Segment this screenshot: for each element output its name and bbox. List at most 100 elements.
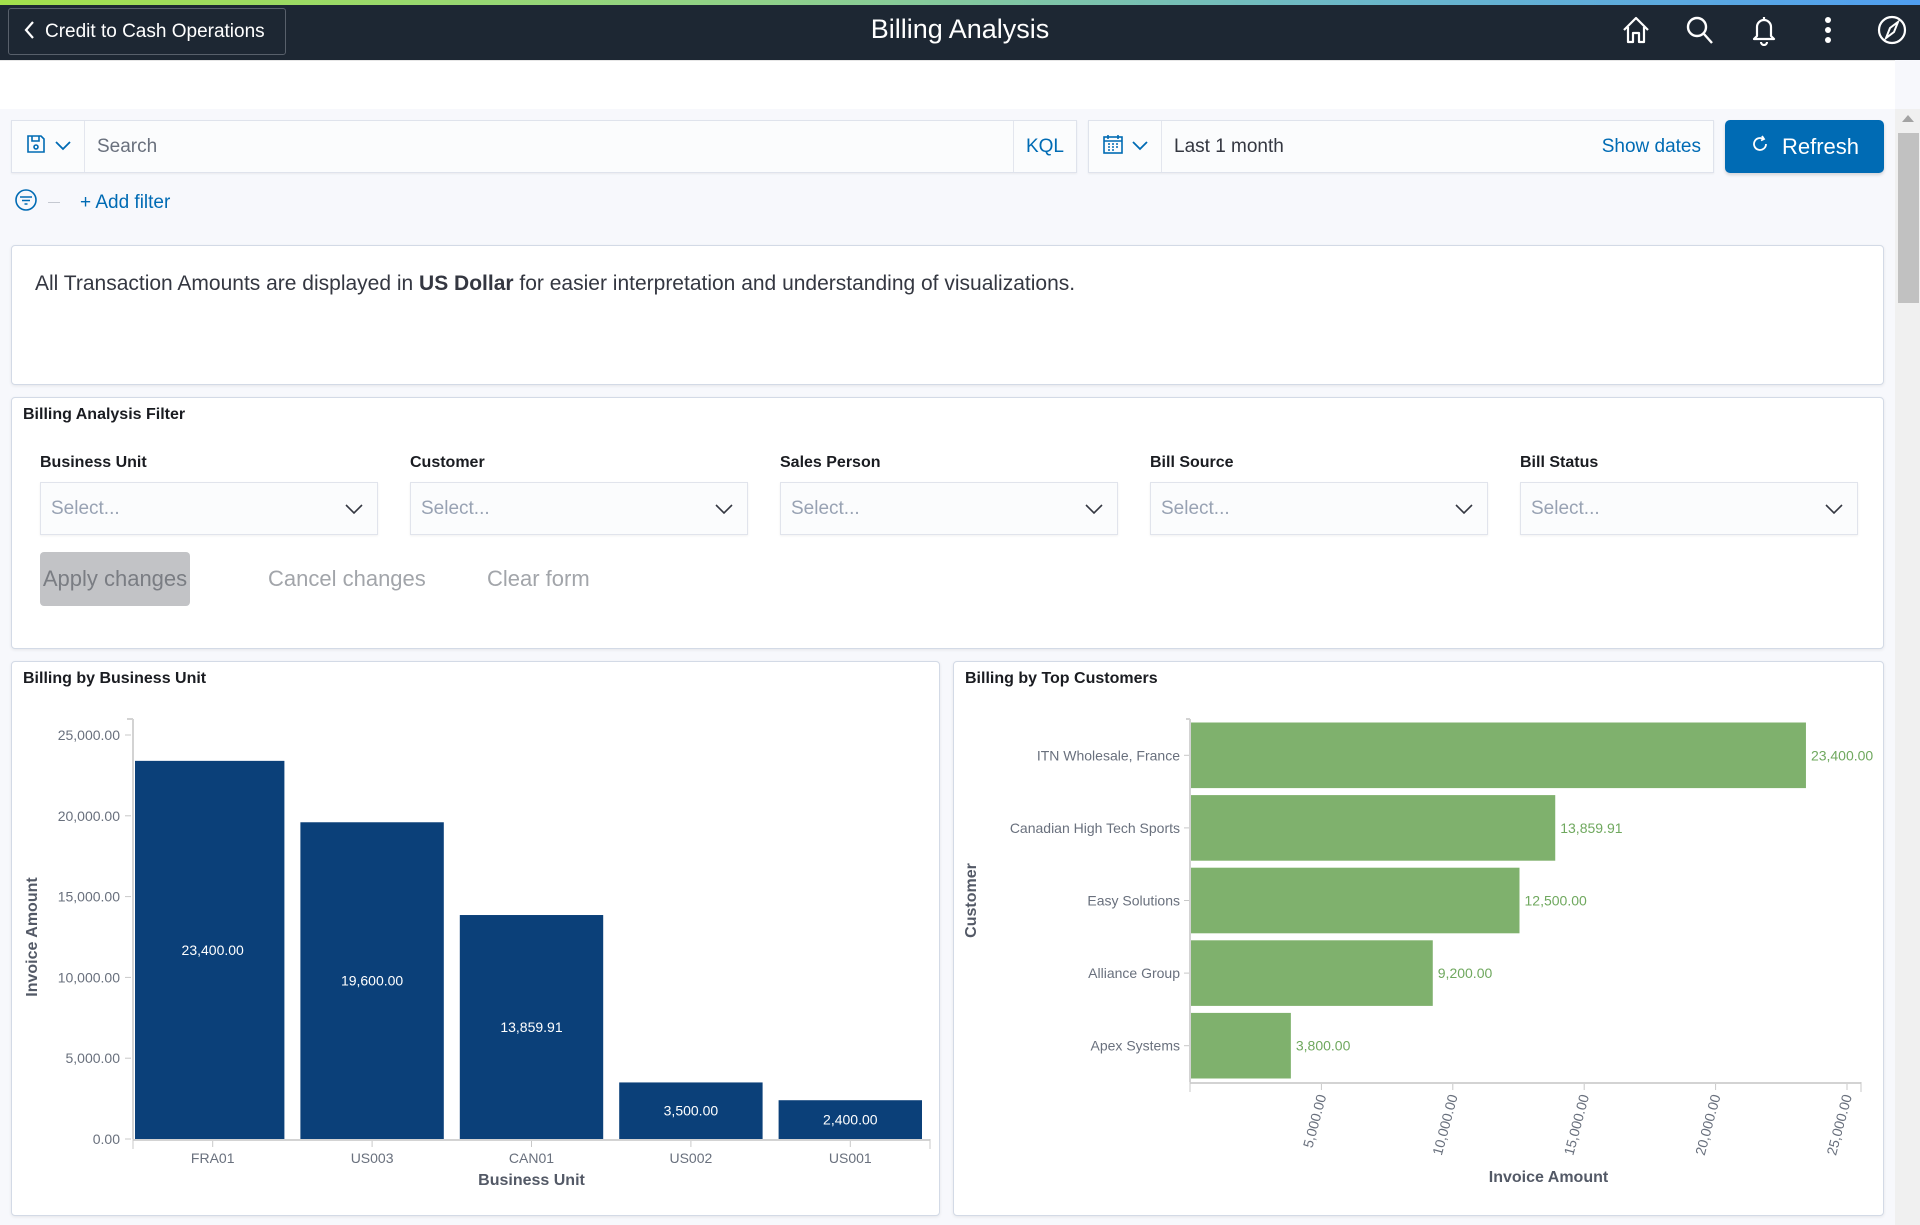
business-unit-label: Business Unit xyxy=(40,454,147,471)
show-dates-link[interactable]: Show dates xyxy=(1602,136,1713,158)
customer-select[interactable]: Select... xyxy=(410,482,748,535)
y-axis-title: Customer xyxy=(963,863,980,938)
refresh-icon xyxy=(1750,134,1770,160)
home-icon[interactable] xyxy=(1618,12,1654,48)
chart-title-business-unit: Billing by Business Unit xyxy=(23,670,207,687)
date-range-label[interactable]: Last 1 month xyxy=(1162,136,1602,158)
bill-source-label: Bill Source xyxy=(1150,454,1234,471)
refresh-label: Refresh xyxy=(1781,133,1860,159)
bill-status-label: Bill Status xyxy=(1520,454,1599,471)
date-quick-menu-button[interactable] xyxy=(1089,121,1162,172)
bar-data-label: 13,859.91 xyxy=(500,1019,562,1035)
y-tick-label: Canadian High Tech Sports xyxy=(1010,820,1180,836)
y-tick-label: 20,000.00 xyxy=(58,808,120,824)
currency-notice-text: All Transaction Amounts are displayed in… xyxy=(35,272,1075,296)
sales-person-placeholder: Select... xyxy=(791,497,860,519)
clear-form-button[interactable]: Clear form xyxy=(487,552,590,606)
billing-by-top-customers-panel: Billing by Top Customers 23,400.00 ITN Wh… xyxy=(953,661,1884,1216)
sales-person-select[interactable]: Select... xyxy=(780,482,1118,535)
sales-person-field: Sales Person Select... xyxy=(780,454,1118,535)
bar-data-label: 9,200.00 xyxy=(1438,965,1493,981)
x-tick-label: 15,000.00 xyxy=(1561,1092,1593,1157)
search-input[interactable] xyxy=(85,121,1013,172)
y-tick-label: 10,000.00 xyxy=(58,969,120,985)
bar xyxy=(1191,940,1433,1006)
chevron-down-icon xyxy=(715,498,733,520)
filter-divider xyxy=(48,202,60,203)
bar xyxy=(1191,1012,1291,1079)
y-tick-label: Easy Solutions xyxy=(1087,893,1180,909)
cancel-changes-button[interactable]: Cancel changes xyxy=(268,552,426,606)
y-tick-label: Alliance Group xyxy=(1088,965,1180,981)
compass-icon[interactable] xyxy=(1874,12,1910,48)
notice-currency: US Dollar xyxy=(419,272,514,295)
kql-toggle-button[interactable]: KQL xyxy=(1013,121,1076,172)
save-icon xyxy=(25,133,47,160)
notice-suffix: for easier interpretation and understand… xyxy=(513,272,1076,295)
chevron-down-icon xyxy=(345,498,363,520)
x-tick-label: 20,000.00 xyxy=(1692,1092,1724,1157)
top-customers-bar-chart: 23,400.00 ITN Wholesale, France 13,859.91 C… xyxy=(963,718,1873,1186)
filter-row: + Add filter xyxy=(14,188,170,217)
bar-data-label: 19,600.00 xyxy=(341,973,403,989)
chevron-down-icon xyxy=(55,138,71,156)
y-tick-label: ITN Wholesale, France xyxy=(1037,747,1180,763)
bar-data-label: 13,859.91 xyxy=(1560,820,1622,836)
x-axis-title: Invoice Amount xyxy=(1489,1169,1609,1186)
bar-data-label: 3,500.00 xyxy=(664,1103,719,1119)
header-accent-stripe xyxy=(0,0,1920,5)
bill-status-select[interactable]: Select... xyxy=(1520,482,1858,535)
scroll-up-arrow-icon[interactable] xyxy=(1902,115,1914,122)
add-filter-button[interactable]: + Add filter xyxy=(80,192,170,214)
y-axis-title: Invoice Amount xyxy=(24,877,41,997)
query-bar: KQL xyxy=(11,120,1077,173)
more-vertical-icon[interactable] xyxy=(1810,12,1846,48)
refresh-button[interactable]: Refresh xyxy=(1725,120,1884,173)
x-axis-title: Business Unit xyxy=(478,1172,585,1189)
y-tick-label: 5,000.00 xyxy=(66,1050,121,1066)
x-tick-label: 25,000.00 xyxy=(1823,1092,1855,1157)
y-tick-label: 15,000.00 xyxy=(58,889,120,905)
scrollbar-thumb[interactable] xyxy=(1898,133,1919,303)
business-unit-placeholder: Select... xyxy=(51,497,120,519)
page-scrollbar[interactable] xyxy=(1895,109,1920,1225)
business-unit-bar-chart: 0.00 5,000.00 10,000.00 15,000.00 20,000.00 2… xyxy=(24,718,931,1189)
filter-panel-title: Billing Analysis Filter xyxy=(23,406,186,423)
chevron-down-icon xyxy=(1455,498,1473,520)
y-tick-label: 25,000.00 xyxy=(58,727,120,743)
bar-data-label: 23,400.00 xyxy=(1811,747,1873,763)
customer-label: Customer xyxy=(410,454,485,471)
currency-notice-panel: All Transaction Amounts are displayed in… xyxy=(11,245,1884,385)
apply-changes-button[interactable]: Apply changes xyxy=(40,552,190,606)
header-spacer xyxy=(0,60,1895,109)
bill-source-field: Bill Source Select... xyxy=(1150,454,1488,535)
calendar-icon xyxy=(1102,133,1124,160)
app-header: Credit to Cash Operations Billing Analys… xyxy=(0,0,1920,60)
bar-data-label: 2,400.00 xyxy=(823,1112,878,1128)
customer-placeholder: Select... xyxy=(421,497,490,519)
chevron-down-icon xyxy=(1132,138,1148,156)
filter-menu-icon[interactable] xyxy=(14,188,38,217)
bill-source-select[interactable]: Select... xyxy=(1150,482,1488,535)
saved-query-button[interactable] xyxy=(12,121,85,172)
bill-source-placeholder: Select... xyxy=(1161,497,1230,519)
x-tick-label: CAN01 xyxy=(509,1150,554,1166)
x-tick-label: 5,000.00 xyxy=(1300,1092,1330,1149)
y-tick-label: 0.00 xyxy=(93,1131,120,1147)
date-picker: Last 1 month Show dates xyxy=(1088,120,1714,173)
business-unit-select[interactable]: Select... xyxy=(40,482,378,535)
search-icon[interactable] xyxy=(1682,12,1718,48)
bar-data-label: 12,500.00 xyxy=(1525,893,1587,909)
y-tick-label: Apex Systems xyxy=(1091,1038,1180,1054)
bell-icon[interactable] xyxy=(1746,12,1782,48)
billing-by-business-unit-panel: Billing by Business Unit 0.00 5,000.00 10,… xyxy=(11,661,940,1216)
bar xyxy=(1191,722,1806,789)
chart-title-top-customers: Billing by Top Customers xyxy=(965,670,1158,687)
bar-data-label: 3,800.00 xyxy=(1296,1038,1351,1054)
bill-status-placeholder: Select... xyxy=(1531,497,1600,519)
x-tick-label: US001 xyxy=(829,1150,872,1166)
business-unit-field: Business Unit Select... xyxy=(40,454,378,535)
x-tick-label: US003 xyxy=(351,1150,394,1166)
bar xyxy=(1191,867,1520,934)
billing-analysis-filter-panel: Billing Analysis Filter Business Unit Se… xyxy=(11,397,1884,649)
